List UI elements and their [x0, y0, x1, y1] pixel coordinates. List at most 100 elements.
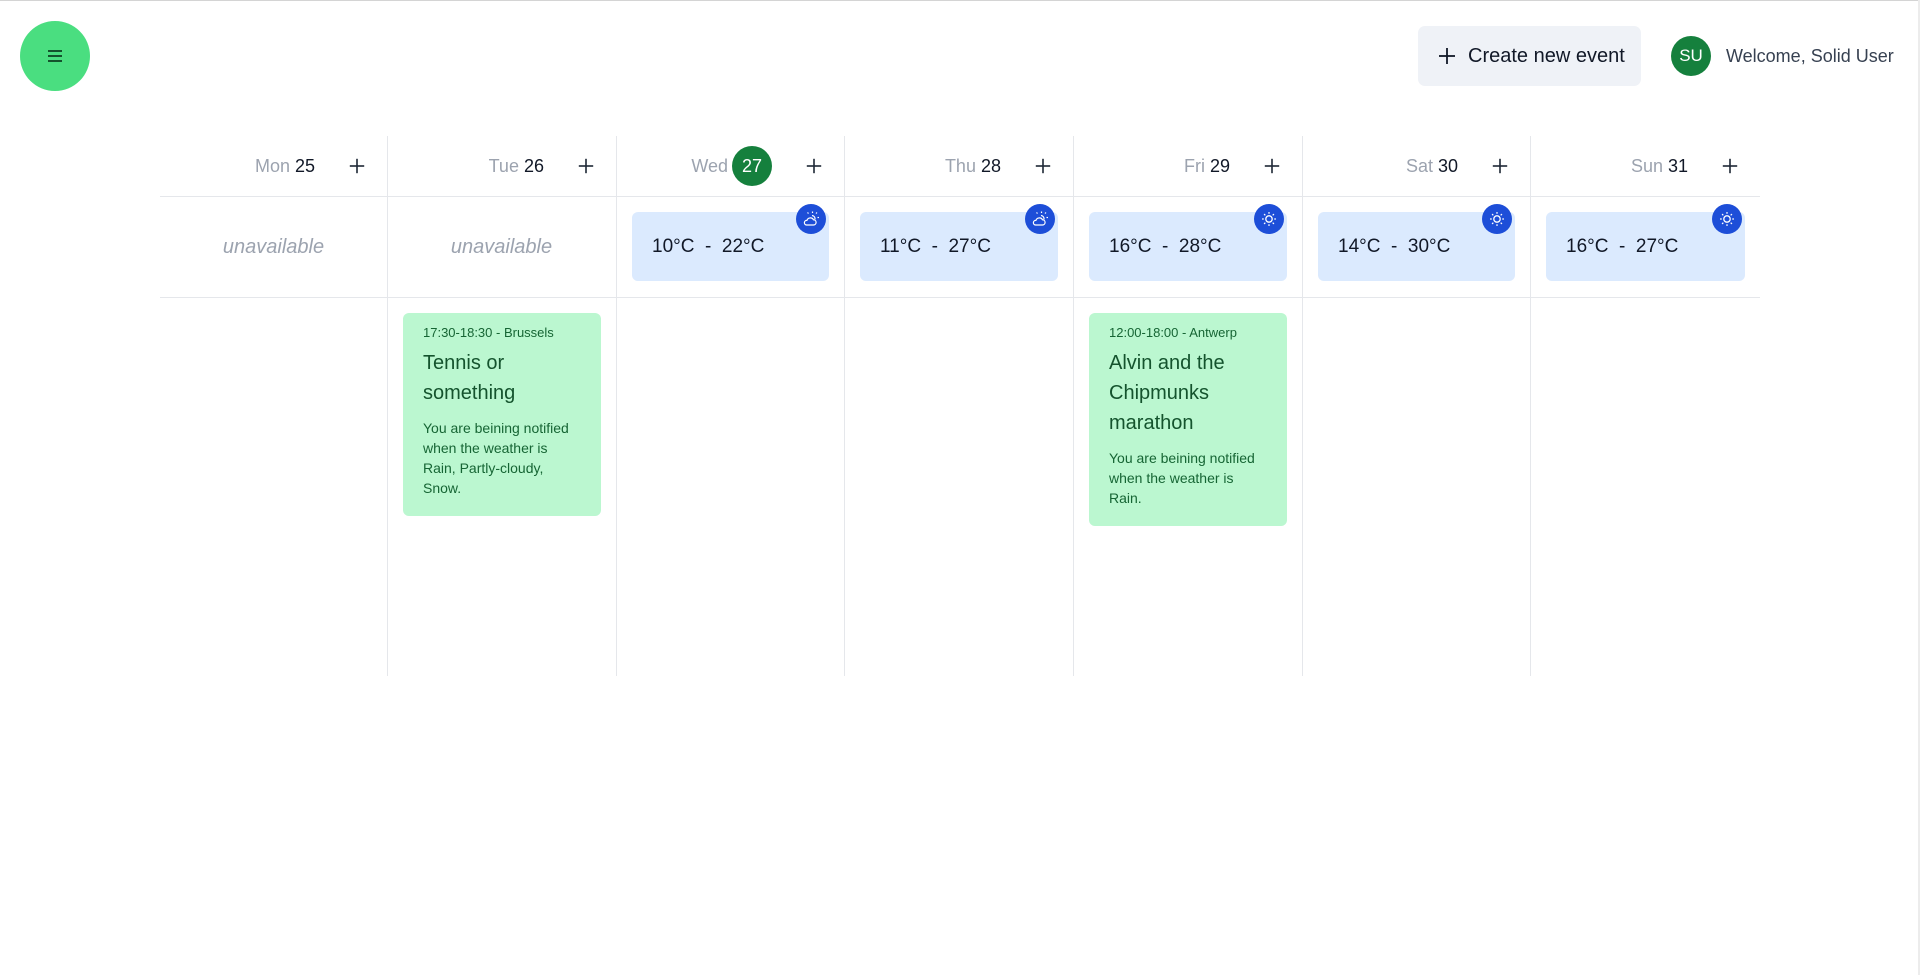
menu-button[interactable]	[20, 21, 90, 91]
temperature-range: 11°C - 27°C	[880, 235, 991, 257]
event-card[interactable]: 12:00-18:00 - Antwerp Alvin and the Chipm…	[1089, 313, 1287, 526]
day-header: Fri 29	[1073, 136, 1302, 196]
partly-cloudy-icon	[1032, 211, 1048, 226]
temperature-range: 16°C - 27°C	[1566, 235, 1679, 257]
column-divider	[387, 136, 388, 676]
event-title: Alvin and the Chipmunks marathon	[1109, 352, 1225, 434]
hamburger-icon	[48, 50, 62, 62]
create-event-label: Create new event	[1468, 44, 1625, 67]
sun-icon	[1262, 212, 1276, 226]
temperature-range: 14°C - 30°C	[1338, 235, 1451, 257]
weather-card[interactable]: 11°C - 27°C	[860, 204, 1058, 281]
column-divider	[616, 136, 617, 676]
day-number: 26	[523, 155, 544, 176]
weather-card[interactable]: 16°C - 28°C	[1089, 204, 1287, 281]
day-of-week: Sat	[1405, 155, 1433, 176]
plus-icon	[1264, 158, 1280, 174]
events-cell: 12:00-18:00 - Antwerp Alvin and the Chipm…	[1089, 313, 1287, 526]
column-divider	[844, 136, 845, 676]
day-of-week: Fri	[1183, 155, 1205, 176]
day-header: Wed 27	[616, 136, 844, 196]
day-label: Wed 27	[691, 146, 772, 186]
day-label: Thu 28	[945, 156, 1001, 177]
day-column-wed: Wed 27 10°C - 22°C	[616, 136, 844, 676]
weather-badge	[1254, 204, 1284, 234]
user-menu[interactable]: SU Welcome, Solid User	[1671, 36, 1894, 76]
plus-icon	[1722, 158, 1738, 174]
sun-icon	[1720, 212, 1734, 226]
weather-cell: 14°C - 30°C	[1302, 197, 1530, 297]
add-event-button[interactable]	[1720, 156, 1740, 176]
plus-icon	[1492, 158, 1508, 174]
add-event-button[interactable]	[1033, 156, 1053, 176]
weather-unavailable: unavailable	[450, 235, 553, 258]
column-divider	[1302, 136, 1303, 676]
partly-cloudy-icon	[803, 211, 819, 226]
day-of-week: Mon	[254, 155, 290, 176]
day-header: Sun 31	[1530, 136, 1760, 196]
weather-card[interactable]: 10°C - 22°C	[632, 204, 829, 281]
day-column-tue: Tue 26 unavailable 17:30-18:30 - Brussel…	[387, 136, 616, 676]
day-header: Tue 26	[387, 136, 616, 196]
event-notification-note: You are beining notified when the weathe…	[423, 420, 569, 496]
weather-card[interactable]: 16°C - 27°C	[1546, 204, 1745, 281]
plus-icon	[578, 158, 594, 174]
event-title: Tennis or something	[423, 352, 516, 404]
day-header: Thu 28	[844, 136, 1073, 196]
day-number: 25	[294, 155, 315, 176]
event-card[interactable]: 17:30-18:30 - Brussels Tennis or somethin…	[403, 313, 601, 516]
add-event-button[interactable]	[347, 156, 367, 176]
event-time-location: 17:30-18:30 - Brussels	[423, 325, 554, 340]
day-header: Mon 25	[160, 136, 387, 196]
day-label: Fri 29	[1184, 156, 1230, 177]
weather-cell: 16°C - 28°C	[1073, 197, 1302, 297]
weather-card[interactable]: 14°C - 30°C	[1318, 204, 1515, 281]
today-badge: 27	[732, 146, 772, 186]
events-cell: 17:30-18:30 - Brussels Tennis or somethin…	[403, 313, 601, 516]
day-number: 29	[1209, 155, 1230, 176]
avatar[interactable]: SU	[1671, 36, 1711, 76]
weather-cell: unavailable	[387, 197, 616, 297]
day-number: 30	[1437, 155, 1458, 176]
weather-badge	[1482, 204, 1512, 234]
temperature-range: 16°C - 28°C	[1109, 235, 1222, 257]
day-of-week: Thu	[944, 155, 976, 176]
plus-icon	[1439, 48, 1455, 64]
day-number: 28	[980, 155, 1001, 176]
day-number: 31	[1667, 155, 1688, 176]
day-column-thu: Thu 28 11°C - 27°C	[844, 136, 1073, 676]
day-label: Tue 26	[489, 156, 544, 177]
day-of-week: Wed	[691, 155, 728, 176]
day-column-sat: Sat 30 14°C - 30°C	[1302, 136, 1530, 676]
day-column-sun: Sun 31 16°C - 27°C	[1530, 136, 1760, 676]
event-time-location: 12:00-18:00 - Antwerp	[1109, 325, 1237, 340]
add-event-button[interactable]	[576, 156, 596, 176]
sun-icon	[1490, 212, 1504, 226]
welcome-text: Welcome, Solid User	[1726, 45, 1894, 66]
weather-cell: 16°C - 27°C	[1530, 197, 1760, 297]
add-event-button[interactable]	[1490, 156, 1510, 176]
add-event-button[interactable]	[1262, 156, 1282, 176]
weather-badge	[1025, 204, 1055, 234]
week-calendar: Mon 25 unavailable Tue 26 unavailable 17…	[160, 136, 1760, 676]
window-top-border	[0, 0, 1920, 1]
plus-icon	[806, 158, 822, 174]
day-label: Sun 31	[1631, 156, 1688, 177]
weather-badge	[1712, 204, 1742, 234]
create-event-button[interactable]: Create new event	[1418, 26, 1641, 86]
plus-icon	[1035, 158, 1051, 174]
temperature-range: 10°C - 22°C	[652, 235, 765, 257]
day-header: Sat 30	[1302, 136, 1530, 196]
day-column-mon: Mon 25 unavailable	[160, 136, 387, 676]
day-label: Sat 30	[1406, 156, 1458, 177]
event-notification-note: You are beining notified when the weathe…	[1109, 450, 1255, 506]
plus-icon	[349, 158, 365, 174]
weather-unavailable: unavailable	[222, 235, 325, 258]
add-event-button[interactable]	[804, 156, 824, 176]
day-label: Mon 25	[255, 156, 315, 177]
day-of-week: Sun	[1630, 155, 1663, 176]
column-divider	[1073, 136, 1074, 676]
day-column-fri: Fri 29 16°C - 28°C 12:00-18:00 - Antwerp…	[1073, 136, 1302, 676]
weather-cell: 11°C - 27°C	[844, 197, 1073, 297]
day-of-week: Tue	[488, 155, 519, 176]
